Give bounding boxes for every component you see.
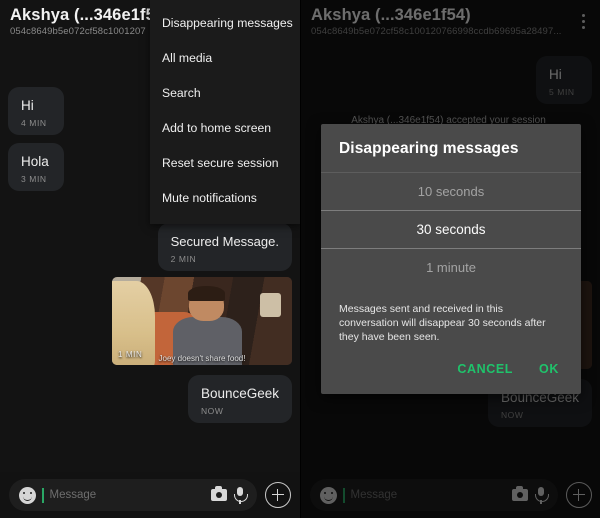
compose-bar-left: Message <box>0 472 300 518</box>
ok-button[interactable]: OK <box>539 362 559 376</box>
message-row: BounceGeek NOW <box>8 375 292 423</box>
duration-option-30-seconds[interactable]: 30 seconds <box>321 210 581 249</box>
message-input-pill[interactable]: Message <box>9 479 257 511</box>
menu-item-all-media[interactable]: All media <box>150 41 300 76</box>
message-time: 4 MIN <box>21 118 47 128</box>
message-text: Hi <box>21 98 34 113</box>
message-text: BounceGeek <box>200 386 279 401</box>
microphone-icon[interactable] <box>233 487 248 504</box>
media-message-bubble[interactable]: Joey doesn't share food! 1 MIN <box>112 277 292 365</box>
smiley-face-icon[interactable] <box>19 486 36 504</box>
message-text: Secured Message. <box>170 234 279 249</box>
message-bubble[interactable]: Secured Message. 2 MIN <box>157 223 292 271</box>
dialog-title: Disappearing messages <box>339 140 519 157</box>
overflow-menu[interactable]: Disappearing messages All media Search A… <box>150 0 300 224</box>
message-bubble[interactable]: Hola 3 MIN <box>8 143 64 191</box>
menu-item-add-to-home-screen[interactable]: Add to home screen <box>150 111 300 146</box>
menu-item-search[interactable]: Search <box>150 76 300 111</box>
menu-item-reset-secure-session[interactable]: Reset secure session <box>150 146 300 181</box>
media-time: 1 MIN <box>118 350 143 359</box>
dialog-description: Messages sent and received in this conve… <box>339 303 546 343</box>
message-time: NOW <box>200 406 224 416</box>
phone-panel-right: Akshya (...346e1f54) 054c8649b5e072cf58c… <box>300 0 600 518</box>
disappearing-messages-dialog: Disappearing messages 10 seconds 30 seco… <box>321 124 581 394</box>
cancel-button[interactable]: CANCEL <box>457 362 513 376</box>
message-row: Secured Message. 2 MIN <box>8 223 292 271</box>
message-bubble[interactable]: BounceGeek NOW <box>187 375 292 423</box>
dialog-actions: CANCEL OK <box>321 352 581 392</box>
duration-option-1-minute[interactable]: 1 minute <box>321 249 581 286</box>
menu-item-mute-notifications[interactable]: Mute notifications <box>150 181 300 216</box>
screenshot-root: Akshya (...346e1f54) 054c8649b5e072cf58c… <box>0 0 600 518</box>
duration-picker[interactable]: 10 seconds 30 seconds 1 minute <box>321 172 581 286</box>
message-text: Hola <box>21 154 49 169</box>
message-input-placeholder: Message <box>49 489 97 501</box>
menu-item-disappearing-messages[interactable]: Disappearing messages <box>150 6 300 41</box>
message-bubble[interactable]: Hi 4 MIN <box>8 87 64 135</box>
message-time: 2 MIN <box>170 254 197 264</box>
camera-icon[interactable] <box>211 486 227 501</box>
media-message-row: Joey doesn't share food! 1 MIN <box>8 277 292 365</box>
phone-panel-left: Akshya (...346e1f54) 054c8649b5e072cf58c… <box>0 0 300 518</box>
text-cursor <box>42 487 44 503</box>
plus-circle-icon[interactable] <box>265 482 291 508</box>
message-time: 3 MIN <box>21 174 47 184</box>
duration-option-10-seconds[interactable]: 10 seconds <box>321 173 581 210</box>
